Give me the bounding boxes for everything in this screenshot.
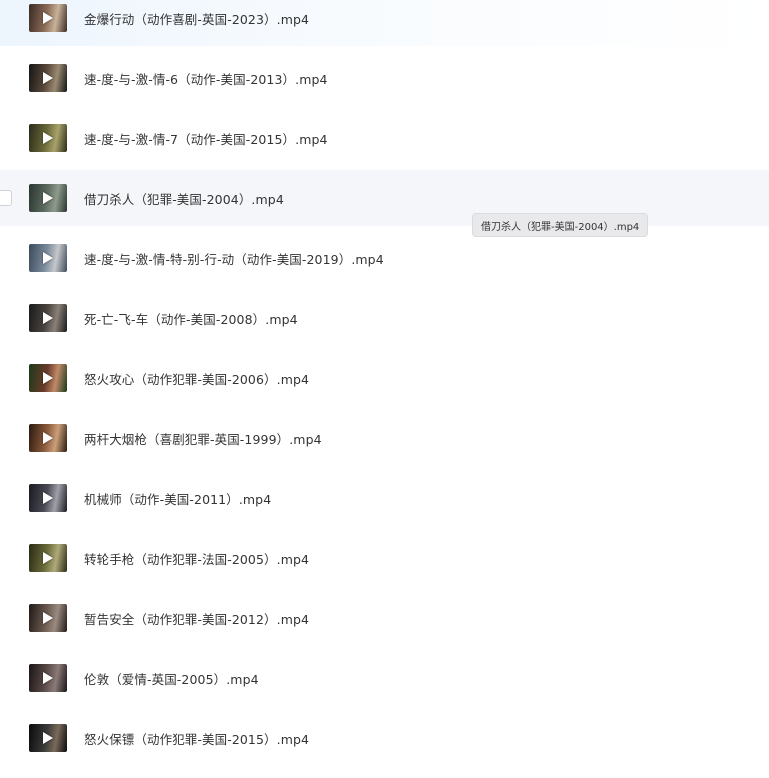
file-name[interactable]: 速-度-与-激-情-特-别-行-动（动作-美国-2019）.mp4 — [84, 249, 384, 268]
file-row[interactable]: 怒火攻心（动作犯罪-美国-2006）.mp4 — [0, 350, 769, 406]
file-row[interactable]: 两杆大烟枪（喜剧犯罪-英国-1999）.mp4 — [0, 410, 769, 466]
video-thumbnail[interactable] — [29, 664, 67, 692]
video-thumbnail[interactable] — [29, 484, 67, 512]
file-name[interactable]: 怒火保镖（动作犯罪-美国-2015）.mp4 — [84, 729, 309, 748]
video-thumbnail[interactable] — [29, 424, 67, 452]
file-list: 金爆行动（动作喜剧-英国-2023）.mp4 速-度-与-激-情-6（动作-美国-… — [0, 0, 769, 778]
video-thumbnail[interactable] — [29, 304, 67, 332]
video-thumbnail[interactable] — [29, 604, 67, 632]
file-row[interactable]: 死-亡-飞-车（动作-美国-2008）.mp4 — [0, 290, 769, 346]
file-name[interactable]: 两杆大烟枪（喜剧犯罪-英国-1999）.mp4 — [84, 429, 322, 448]
filename-tooltip: 借刀杀人（犯罪-美国-2004）.mp4 — [472, 213, 649, 237]
play-icon — [43, 372, 53, 384]
play-icon — [43, 672, 53, 684]
file-row[interactable]: 借刀杀人（犯罪-美国-2004）.mp4 — [0, 170, 769, 226]
file-row[interactable]: 伦敦（爱情-英国-2005）.mp4 — [0, 650, 769, 706]
video-thumbnail[interactable] — [29, 184, 67, 212]
play-icon — [43, 132, 53, 144]
play-icon — [43, 192, 53, 204]
file-name[interactable]: 金爆行动（动作喜剧-英国-2023）.mp4 — [84, 9, 309, 28]
file-name[interactable]: 怒火攻心（动作犯罪-美国-2006）.mp4 — [84, 369, 309, 388]
play-icon — [43, 552, 53, 564]
row-checkbox[interactable] — [0, 190, 12, 206]
file-name[interactable]: 机械师（动作-美国-2011）.mp4 — [84, 489, 271, 508]
file-row[interactable]: 速-度-与-激-情-6（动作-美国-2013）.mp4 — [0, 50, 769, 106]
play-icon — [43, 72, 53, 84]
play-icon — [43, 252, 53, 264]
play-icon — [43, 612, 53, 624]
play-icon — [43, 492, 53, 504]
video-thumbnail[interactable] — [29, 4, 67, 32]
video-thumbnail[interactable] — [29, 64, 67, 92]
video-thumbnail[interactable] — [29, 244, 67, 272]
video-thumbnail[interactable] — [29, 724, 67, 752]
file-row[interactable]: 金爆行动（动作喜剧-英国-2023）.mp4 — [0, 0, 769, 46]
video-thumbnail[interactable] — [29, 544, 67, 572]
file-row[interactable]: 速-度-与-激-情-特-别-行-动（动作-美国-2019）.mp4 — [0, 230, 769, 286]
file-row[interactable]: 速-度-与-激-情-7（动作-美国-2015）.mp4 — [0, 110, 769, 166]
file-name[interactable]: 暂告安全（动作犯罪-美国-2012）.mp4 — [84, 609, 309, 628]
file-name[interactable]: 借刀杀人（犯罪-美国-2004）.mp4 — [84, 189, 284, 208]
play-icon — [43, 312, 53, 324]
play-icon — [43, 12, 53, 24]
video-thumbnail[interactable] — [29, 364, 67, 392]
file-row[interactable]: 怒火保镖（动作犯罪-美国-2015）.mp4 — [0, 710, 769, 766]
file-row[interactable]: 暂告安全（动作犯罪-美国-2012）.mp4 — [0, 590, 769, 646]
play-icon — [43, 732, 53, 744]
file-row[interactable]: 转轮手枪（动作犯罪-法国-2005）.mp4 — [0, 530, 769, 586]
file-name[interactable]: 死-亡-飞-车（动作-美国-2008）.mp4 — [84, 309, 298, 328]
file-name[interactable]: 转轮手枪（动作犯罪-法国-2005）.mp4 — [84, 549, 309, 568]
file-name[interactable]: 速-度-与-激-情-7（动作-美国-2015）.mp4 — [84, 129, 328, 148]
play-icon — [43, 432, 53, 444]
file-row[interactable]: 机械师（动作-美国-2011）.mp4 — [0, 470, 769, 526]
file-name[interactable]: 伦敦（爱情-英国-2005）.mp4 — [84, 669, 259, 688]
video-thumbnail[interactable] — [29, 124, 67, 152]
file-name[interactable]: 速-度-与-激-情-6（动作-美国-2013）.mp4 — [84, 69, 328, 88]
